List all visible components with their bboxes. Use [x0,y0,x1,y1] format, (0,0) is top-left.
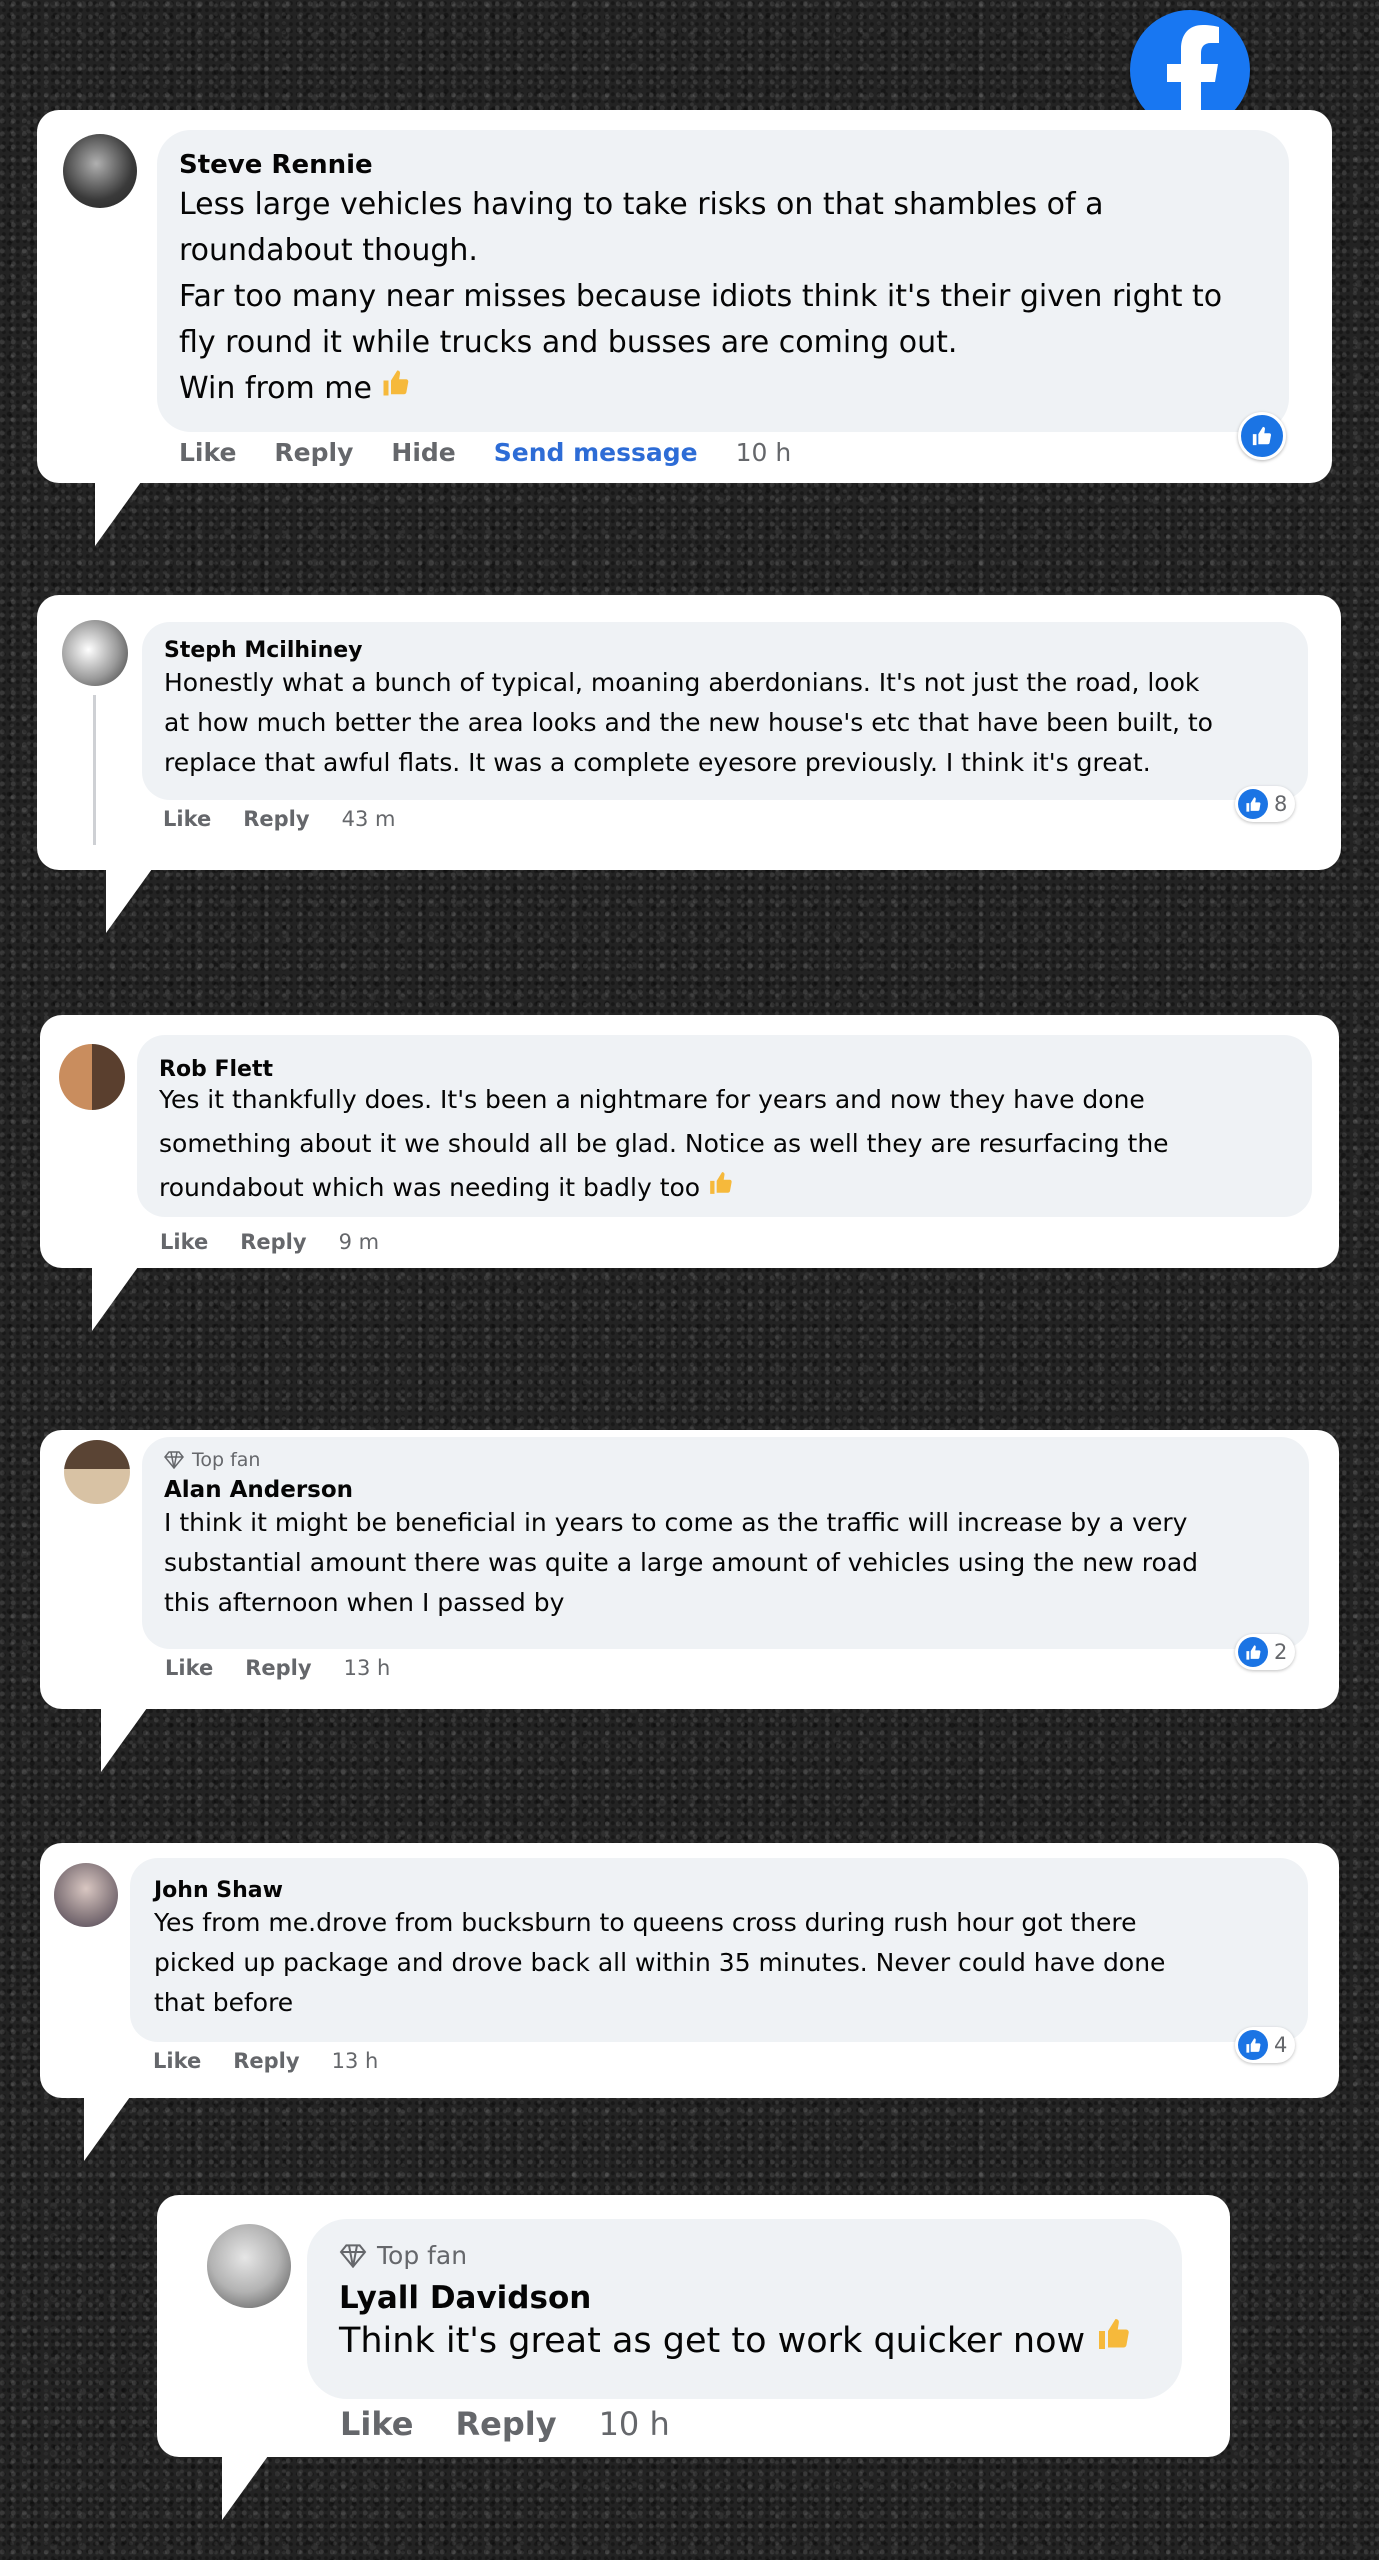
reaction-count[interactable]: 4 [1235,2027,1296,2063]
comment-actions: Like Reply 13 h [153,2049,378,2073]
comment-text: Think it's great as get to work quicker … [339,2316,1150,2365]
comment-actions: Like Reply 10 h [340,2405,670,2443]
comment-actions: Like Reply 43 m [163,807,395,831]
comment-text: Yes it thankfully does. It's been a nigh… [159,1078,1290,1210]
comment-text: Honestly what a bunch of typical, moanin… [164,668,1213,777]
comment-bubble: Rob Flett Yes it thankfully does. It's b… [137,1035,1312,1217]
hide-button[interactable]: Hide [391,438,455,467]
like-icon [1238,789,1268,819]
reaction-count[interactable]: 2 [1235,1634,1296,1670]
comment-timestamp[interactable]: 13 h [332,2049,379,2073]
comment-actions: Like Reply 13 h [165,1656,390,1680]
thumbs-up-emoji-icon [708,1166,734,1210]
comment-bubble: Top fan Lyall Davidson Think it's great … [307,2219,1182,2399]
top-fan-badge: Top fan [339,2241,1150,2270]
avatar[interactable] [207,2224,291,2308]
speech-bubble-tail [92,1267,138,1331]
avatar[interactable] [59,1044,125,1110]
avatar[interactable] [63,134,137,208]
comment-timestamp[interactable]: 10 h [599,2405,670,2443]
comment-timestamp[interactable]: 43 m [342,807,396,831]
comment-bubble: Steve Rennie Less large vehicles having … [157,130,1289,432]
comment-author[interactable]: John Shaw [154,1878,1284,1903]
comment-author[interactable]: Alan Anderson [164,1477,1287,1503]
speech-bubble-tail [95,482,141,546]
like-icon [1238,2030,1268,2060]
avatar[interactable] [62,620,128,686]
comment-bubble: Steph Mcilhiney Honestly what a bunch of… [142,622,1308,800]
comment-actions: Like Reply Hide Send message 10 h [179,438,791,467]
comment-actions: Like Reply 9 m [160,1230,379,1254]
comment-timestamp[interactable]: 9 m [339,1230,380,1254]
reply-button[interactable]: Reply [455,2405,556,2443]
like-button[interactable]: Like [153,2049,201,2073]
comment-timestamp[interactable]: 10 h [736,438,792,467]
reaction-count[interactable]: 8 [1235,786,1296,822]
comment-text: Yes from me.drove from bucksburn to quee… [154,1908,1166,2017]
reply-button[interactable]: Reply [274,438,353,467]
reply-button[interactable]: Reply [233,2049,299,2073]
comment-timestamp[interactable]: 13 h [344,1656,391,1680]
comment-author[interactable]: Lyall Davidson [339,2280,1150,2316]
diamond-icon [164,1451,184,1469]
comment-bubble: John Shaw Yes from me.drove from bucksbu… [130,1858,1308,2042]
avatar[interactable] [64,1440,130,1504]
comment-text: I think it might be beneficial in years … [164,1508,1199,1617]
reply-button[interactable]: Reply [243,807,309,831]
thread-line [93,695,96,845]
comment-author[interactable]: Steph Mcilhiney [164,638,1286,663]
send-message-button[interactable]: Send message [494,438,698,467]
like-button[interactable]: Like [160,1230,208,1254]
reply-button[interactable]: Reply [240,1230,306,1254]
avatar[interactable] [54,1863,118,1927]
like-button[interactable]: Like [179,438,236,467]
speech-bubble-tail [101,1708,147,1772]
like-button[interactable]: Like [163,807,211,831]
top-fan-badge: Top fan [164,1449,1287,1471]
like-icon [1238,1637,1268,1667]
like-icon[interactable] [1238,412,1286,460]
speech-bubble-tail [84,2097,130,2161]
like-button[interactable]: Like [340,2405,413,2443]
comment-text: Less large vehicles having to take risks… [179,182,1267,412]
like-button[interactable]: Like [165,1656,213,1680]
diamond-icon [339,2243,367,2268]
reply-button[interactable]: Reply [245,1656,311,1680]
comment-author[interactable]: Steve Rennie [179,150,1267,180]
speech-bubble-tail [222,2456,268,2520]
thumbs-up-emoji-icon [381,366,411,412]
speech-bubble-tail [106,869,152,933]
comment-bubble: Top fan Alan Anderson I think it might b… [142,1437,1309,1649]
thumbs-up-emoji-icon [1096,2316,1132,2365]
